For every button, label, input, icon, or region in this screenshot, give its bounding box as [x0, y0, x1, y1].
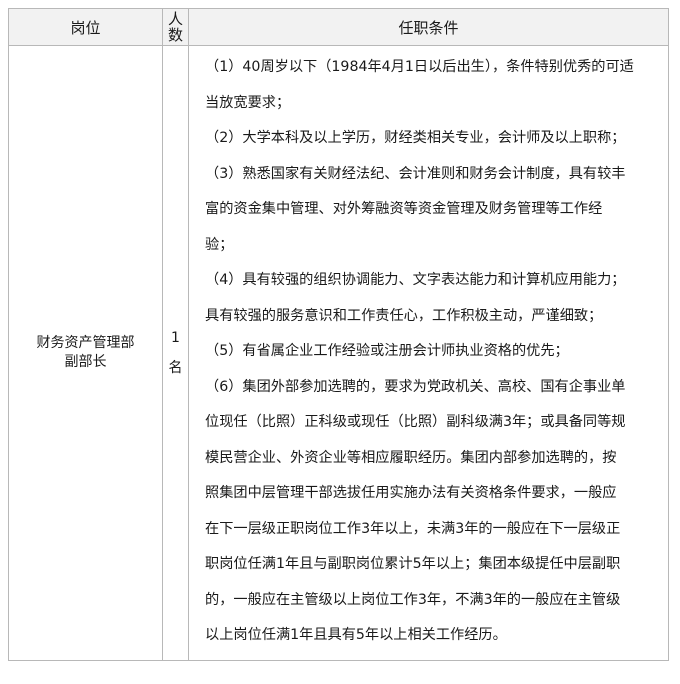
conditions-cell: （1）40周岁以下（1984年4月1日以后出生），条件特别优秀的可适 当放宽要求… — [188, 45, 669, 661]
job-requirements-table: 岗位 人 数 任职条件 财务资产管理部 副部长 1 名 （1）40周岁以下（19… — [8, 8, 669, 661]
header-count-char: 数 — [167, 26, 183, 44]
header-conditions: 任职条件 — [188, 8, 669, 46]
condition-line: 职岗位任满1年且与副职岗位累计5年以上；集团本级提任中层副职 — [205, 556, 621, 572]
condition-line: 以上岗位任满1年且具有5年以上相关工作经历。 — [205, 627, 507, 643]
header-count: 人 数 — [162, 8, 189, 46]
condition-line: （5）有省属企业工作经验或注册会计师执业资格的优先； — [205, 343, 569, 359]
count-char: 名 — [168, 359, 183, 376]
header-count-char: 人 — [167, 10, 183, 28]
position-title-line: 财务资产管理部 — [36, 334, 135, 351]
condition-line: 照集团中层管理干部选拔任用实施办法有关资格条件要求，一般应 — [205, 485, 617, 501]
condition-line: （6）集团外部参加选聘的，要求为党政机关、高校、国有企事业单 — [205, 378, 626, 395]
table-header-row: 岗位 人 数 任职条件 — [8, 8, 669, 46]
condition-line: 的，一般应在主管级以上岗位工作3年，不满3年的一般应在主管级 — [205, 591, 621, 608]
condition-line: 当放宽要求； — [205, 94, 291, 111]
position-cell: 财务资产管理部 副部长 — [8, 45, 163, 661]
count-cell: 1 名 — [162, 45, 189, 661]
count-char: 1 — [171, 329, 180, 346]
condition-line: 位现任（比照）正科级或现任（比照）副科级满3年；或具备同等规 — [205, 414, 626, 430]
condition-line: （2）大学本科及以上学历，财经类相关专业，会计师及以上职称； — [205, 130, 626, 146]
condition-line: （1）40周岁以下（1984年4月1日以后出生），条件特别优秀的可适 — [205, 59, 634, 75]
table-row: 财务资产管理部 副部长 1 名 （1）40周岁以下（1984年4月1日以后出生）… — [8, 45, 669, 661]
condition-line: 在下一层级正职岗位工作3年以上，未满3年的一般应在下一层级正 — [205, 520, 621, 537]
header-position: 岗位 — [8, 8, 163, 46]
condition-line: 验； — [205, 236, 234, 253]
condition-line: 具有较强的服务意识和工作责任心，工作积极主动，严谨细致； — [205, 307, 603, 324]
position-title-line: 副部长 — [64, 353, 107, 370]
condition-line: （4）具有较强的组织协调能力、文字表达能力和计算机应用能力； — [205, 272, 626, 288]
condition-line: 模民营企业、外资企业等相应履职经历。集团内部参加选聘的，按 — [205, 449, 617, 466]
condition-line: 富的资金集中管理、对外筹融资等资金管理及财务管理等工作经 — [205, 201, 603, 217]
condition-line: （3）熟悉国家有关财经法纪、会计准则和财务会计制度，具有较丰 — [205, 165, 626, 182]
